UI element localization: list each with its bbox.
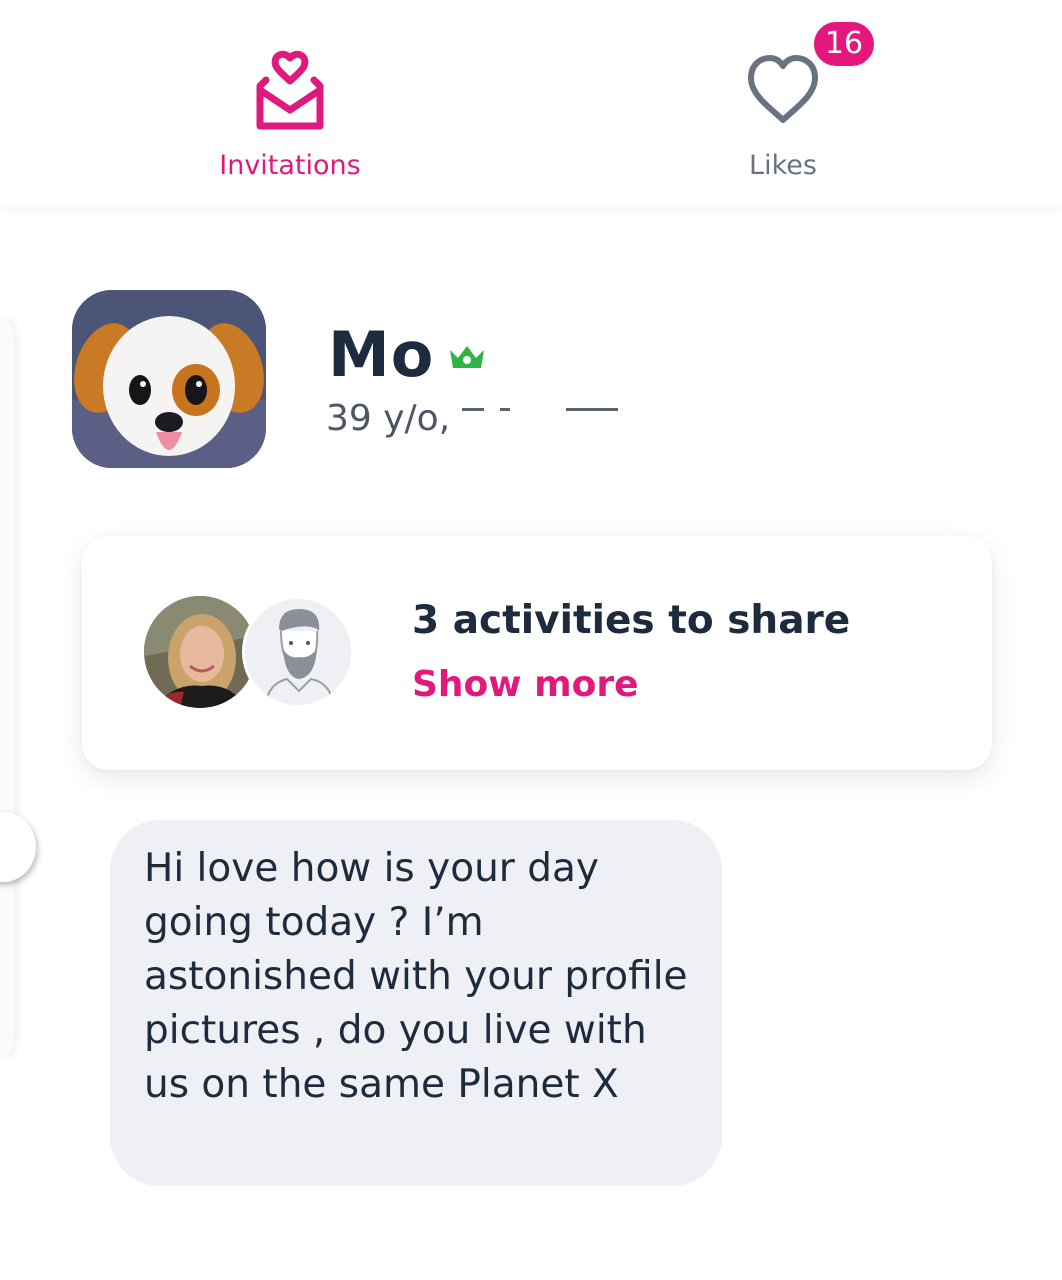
woman-photo-avatar: [144, 596, 256, 708]
show-more-link[interactable]: Show more: [412, 664, 639, 705]
activities-card[interactable]: 3 activities to share Show more: [82, 536, 992, 770]
tab-invitations-label: Invitations: [219, 150, 361, 181]
tab-invitations[interactable]: Invitations: [170, 40, 410, 200]
tab-likes-label: Likes: [749, 150, 817, 181]
likes-count-badge: 16: [810, 18, 878, 70]
background-sheet-edge: [0, 318, 14, 1058]
envelope-heart-icon: [250, 50, 330, 140]
heart-outline-icon: [743, 50, 823, 134]
redacted-text-fragment: [566, 408, 618, 411]
dog-emoji-avatar: [72, 290, 266, 468]
profile-meta: 39 y/o,: [326, 398, 451, 439]
drawer-handle[interactable]: [0, 812, 36, 882]
activities-title: 3 activities to share: [412, 598, 851, 643]
message-text: Hi love how is your day going today ? I’…: [144, 846, 688, 1107]
profile-name: Mo: [328, 318, 435, 391]
redacted-text-fragment: [462, 408, 484, 411]
message-bubble: Hi love how is your day going today ? I’…: [110, 820, 722, 1186]
profile-avatar[interactable]: [72, 290, 266, 468]
redacted-text-fragment: [500, 408, 510, 411]
bearded-man-placeholder-avatar: [242, 596, 354, 708]
top-tab-bar: Invitations Likes 16: [0, 0, 1062, 205]
crown-icon: [448, 342, 486, 376]
